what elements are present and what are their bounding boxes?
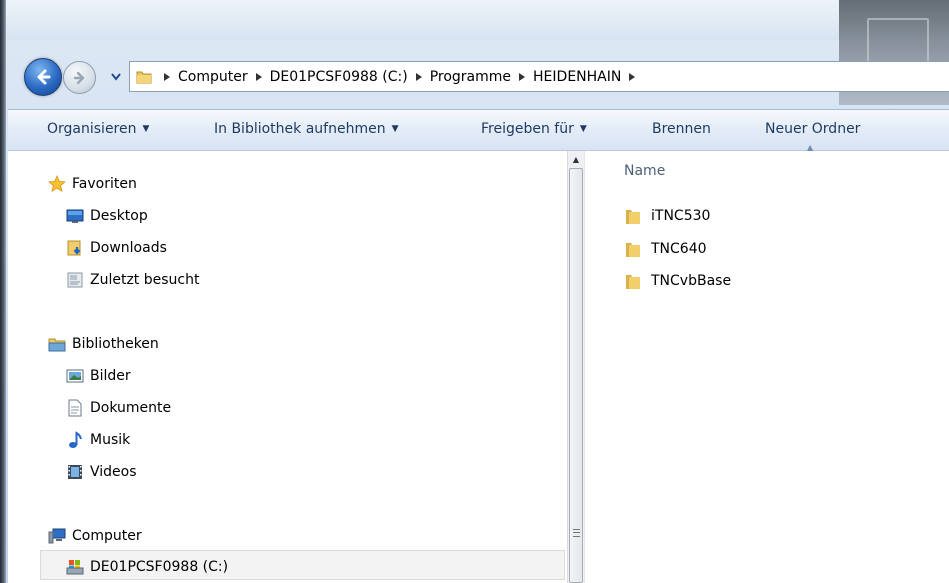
file-name: iTNC530	[651, 208, 711, 224]
star-icon	[48, 175, 66, 193]
recent-places-icon	[66, 271, 84, 289]
forward-button[interactable]	[63, 61, 96, 94]
burn-button[interactable]: Brennen	[652, 109, 711, 149]
tree-item-label: Downloads	[90, 240, 167, 256]
tree-libraries[interactable]: Bibliotheken	[48, 332, 159, 356]
breadcrumb-separator-icon[interactable]	[515, 72, 529, 81]
computer-icon	[48, 527, 66, 545]
dropdown-arrow-icon: ▼	[579, 124, 587, 134]
file-item-itnc530[interactable]: iTNC530	[625, 204, 710, 228]
window-title-area	[6, 0, 949, 40]
file-item-tnc640[interactable]: TNC640	[625, 237, 707, 261]
tree-favorites[interactable]: Favoriten	[48, 172, 137, 196]
breadcrumb-item-heidenhain[interactable]: HEIDENHAIN	[533, 69, 621, 85]
scrollbar-grip-icon	[573, 529, 580, 537]
organize-button[interactable]: Organisieren ▼	[47, 109, 149, 149]
scrollbar-thumb[interactable]	[569, 168, 583, 583]
downloads-folder-icon	[66, 239, 84, 257]
tree-item-label: DE01PCSF0988 (C:)	[90, 559, 229, 575]
navigation-scrollbar[interactable]: ▲	[567, 151, 584, 583]
breadcrumb: Computer DE01PCSF0988 (C:) Programme HEI…	[156, 69, 643, 85]
library-icon	[48, 335, 66, 353]
breadcrumb-separator-icon[interactable]	[160, 72, 174, 81]
breadcrumb-separator-icon[interactable]	[625, 72, 639, 81]
tree-item-label: Zuletzt besucht	[90, 272, 200, 288]
new-folder-label: Neuer Ordner	[765, 121, 861, 137]
share-label: Freigeben für	[481, 121, 574, 137]
breadcrumb-item-drive[interactable]: DE01PCSF0988 (C:)	[270, 69, 408, 85]
tree-libraries-label: Bibliotheken	[72, 336, 159, 352]
breadcrumb-item-computer[interactable]: Computer	[178, 69, 248, 85]
include-library-label: In Bibliothek aufnehmen	[214, 121, 386, 137]
tree-item-label: Bilder	[90, 368, 131, 384]
folder-icon	[136, 71, 152, 83]
tree-item-documents[interactable]: Dokumente	[66, 396, 171, 420]
tree-item-videos[interactable]: Videos	[66, 460, 137, 484]
music-icon	[66, 431, 84, 449]
address-bar[interactable]: Computer DE01PCSF0988 (C:) Programme HEI…	[129, 61, 949, 92]
dropdown-arrow-icon: ▼	[391, 124, 399, 134]
recent-pages-button[interactable]	[109, 69, 123, 85]
include-in-library-button[interactable]: In Bibliothek aufnehmen ▼	[214, 109, 399, 149]
tree-item-recent[interactable]: Zuletzt besucht	[66, 268, 199, 292]
back-button[interactable]	[24, 58, 62, 96]
drive-icon	[66, 558, 84, 576]
tree-item-label: Desktop	[90, 208, 148, 224]
videos-icon	[66, 463, 84, 481]
burn-label: Brennen	[652, 121, 711, 137]
desktop-icon	[66, 207, 84, 225]
tree-item-pictures[interactable]: Bilder	[66, 364, 131, 388]
arrow-left-icon	[37, 69, 51, 85]
tree-item-label: Videos	[90, 464, 137, 480]
dropdown-arrow-icon: ▼	[142, 124, 150, 134]
window-left-edge	[0, 0, 6, 583]
tree-item-label: Musik	[90, 432, 131, 448]
breadcrumb-item-programme[interactable]: Programme	[430, 69, 511, 85]
tree-item-label: Dokumente	[90, 400, 172, 416]
folder-icon	[625, 240, 641, 258]
tree-item-desktop[interactable]: Desktop	[66, 204, 148, 228]
folder-icon	[625, 272, 641, 290]
tree-item-drive-c[interactable]: DE01PCSF0988 (C:)	[66, 555, 228, 579]
share-with-button[interactable]: Freigeben für ▼	[481, 109, 587, 149]
arrow-right-icon	[73, 71, 84, 84]
pictures-icon	[66, 367, 84, 385]
folder-icon	[625, 207, 641, 225]
file-name: TNC640	[651, 241, 707, 257]
sort-ascending-icon: ▲	[807, 143, 814, 152]
file-item-tncvbbase[interactable]: TNCvbBase	[625, 269, 731, 293]
breadcrumb-separator-icon[interactable]	[412, 72, 426, 81]
documents-icon	[66, 399, 84, 417]
tree-item-music[interactable]: Musik	[66, 428, 130, 452]
tree-favorites-label: Favoriten	[72, 176, 137, 192]
chevron-down-icon	[111, 73, 121, 81]
breadcrumb-separator-icon[interactable]	[252, 72, 266, 81]
tree-item-downloads[interactable]: Downloads	[66, 236, 167, 260]
tree-computer-label: Computer	[72, 528, 142, 544]
scroll-up-icon[interactable]: ▲	[568, 151, 584, 168]
organize-label: Organisieren	[47, 121, 137, 137]
file-name: TNCvbBase	[651, 273, 732, 289]
column-header-name[interactable]: Name	[624, 163, 665, 179]
tree-computer[interactable]: Computer	[48, 524, 142, 548]
